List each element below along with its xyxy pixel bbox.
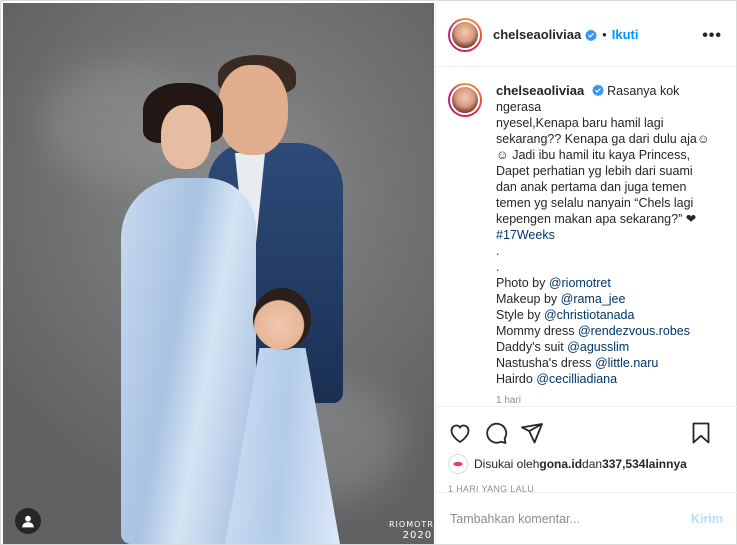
credit-label: Nastusha's dress [496, 356, 595, 370]
likes-summary: Disukai oleh gona.id dan 337,534 lainnya [448, 454, 727, 474]
credit-label: Daddy's suit [496, 340, 568, 354]
post-sidebar: chelseaoliviaa • Ikuti ••• chelseaolivia… [435, 3, 737, 544]
liked-by-mid: dan [582, 457, 603, 471]
mention-link[interactable]: @riomotret [549, 276, 611, 290]
mention-link[interactable]: @cecilliadiana [536, 372, 617, 386]
liker-avatar[interactable] [448, 454, 468, 474]
mention-link[interactable]: @rendezvous.robes [578, 324, 690, 338]
caption: chelseaoliviaa Rasanya kok ngerasa nyese… [496, 83, 721, 387]
instagram-post: RIOMOTRET 2020 chelseaoliviaa • Ikuti ••… [0, 0, 737, 545]
comment-form: Kirim [436, 492, 737, 544]
user-tag-icon[interactable] [15, 508, 41, 534]
credit-label: Style by [496, 308, 544, 322]
girl-head [253, 288, 311, 350]
mother-face [161, 105, 211, 169]
caption-line: temen yg selalu nanyain “Chels lagi [496, 196, 694, 210]
caption-username[interactable]: chelseaoliviaa [496, 83, 584, 98]
caption-line: . [496, 260, 500, 274]
like-count[interactable]: 337,534 [602, 457, 645, 471]
post-header: chelseaoliviaa • Ikuti ••• [436, 3, 736, 67]
credit-label: Makeup by [496, 292, 561, 306]
caption-line: kepengen makan apa sekarang?” ❤ [496, 212, 697, 226]
watermark-name: RIOMOTRET [389, 520, 434, 529]
mention-link[interactable]: @rama_jee [561, 292, 626, 306]
more-options-icon[interactable]: ••• [702, 27, 722, 45]
avatar[interactable] [448, 83, 482, 117]
separator-dot: • [602, 27, 607, 42]
credit-label: Hairdo [496, 372, 537, 386]
post-photo[interactable]: RIOMOTRET 2020 [3, 3, 434, 544]
credit-label: Photo by [496, 276, 549, 290]
caption-line: dan anak pertama dan juga temen [496, 180, 687, 194]
caption-line: sekarang?? Kenapa ga dari dulu aja☺ [496, 132, 710, 146]
mention-link[interactable]: @little.naru [595, 356, 658, 370]
post-comment-button[interactable]: Kirim [691, 512, 723, 526]
mention-link[interactable]: @agusslim [567, 340, 629, 354]
heart-icon[interactable] [448, 421, 472, 445]
share-icon[interactable] [520, 421, 544, 445]
caption-line: nyesel,Kenapa baru hamil lagi [496, 116, 664, 130]
caption-line: . [496, 244, 500, 258]
caption-line: Dapet perhatian yg lebih dari suami [496, 164, 693, 178]
caption-time[interactable]: 1 hari [496, 395, 724, 406]
photo-watermark: RIOMOTRET 2020 [389, 520, 434, 541]
liked-by-suffix[interactable]: lainnya [645, 457, 686, 471]
comment-input[interactable] [450, 511, 692, 526]
watermark-year: 2020 [402, 529, 433, 541]
action-bar: Disukai oleh gona.id dan 337,534 lainnya… [436, 406, 737, 494]
post-username[interactable]: chelseaoliviaa [493, 27, 581, 42]
caption-line: ☺ Jadi ibu hamil itu kaya Princess, [496, 148, 691, 162]
liked-by-prefix: Disukai oleh [474, 457, 540, 471]
verified-icon [591, 84, 604, 96]
hashtag-link[interactable]: #17Weeks [496, 228, 555, 242]
caption-area: chelseaoliviaa Rasanya kok ngerasa nyese… [436, 67, 736, 406]
liked-by-user[interactable]: gona.id [539, 457, 582, 471]
avatar[interactable] [448, 17, 482, 52]
father-head [218, 65, 288, 155]
verified-icon [585, 29, 598, 41]
credit-label: Mommy dress [496, 324, 578, 338]
follow-button[interactable]: Ikuti [612, 27, 639, 42]
bookmark-icon[interactable] [689, 421, 713, 445]
mention-link[interactable]: @christiotanada [544, 308, 635, 322]
comment-icon[interactable] [484, 421, 508, 445]
